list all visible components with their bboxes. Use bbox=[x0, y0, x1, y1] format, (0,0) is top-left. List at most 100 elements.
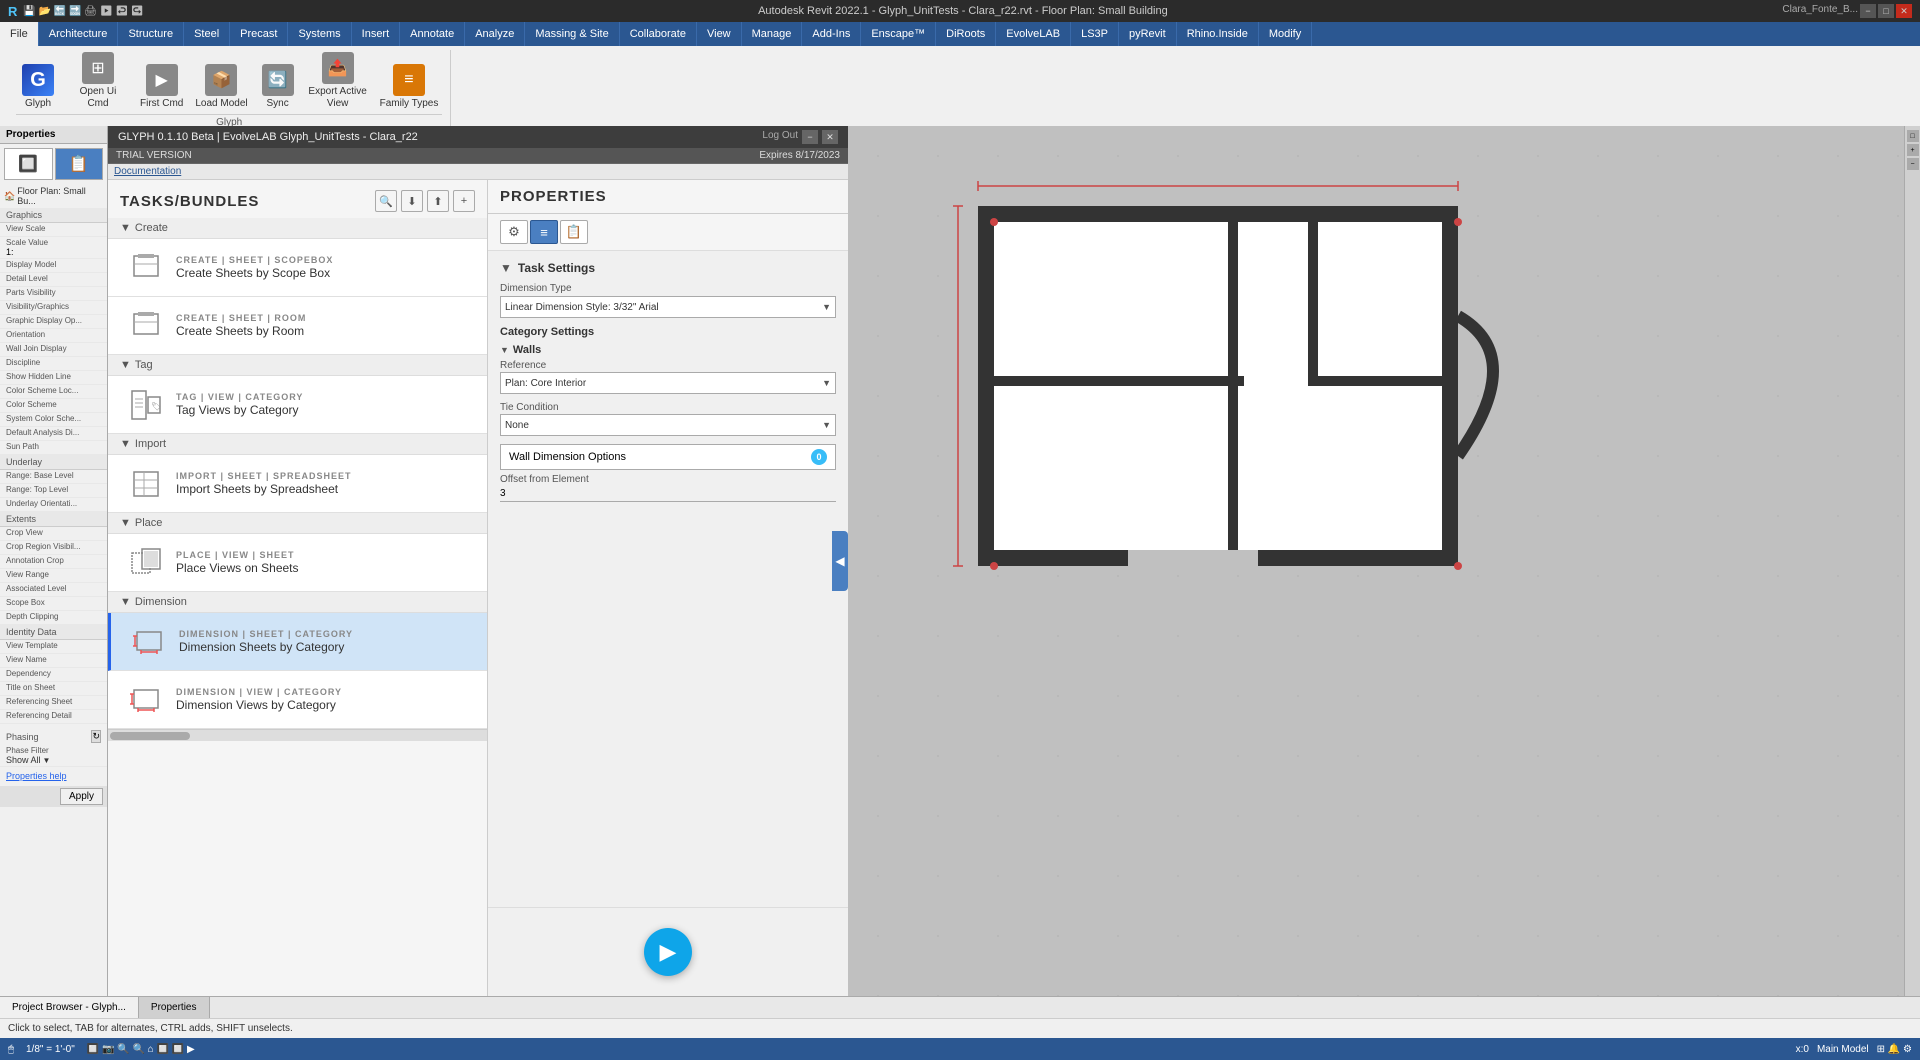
color-scheme-loc-row: Color Scheme Loc... bbox=[0, 385, 107, 399]
ribbon-tab-steel[interactable]: Steel bbox=[184, 22, 230, 46]
ribbon-item-export[interactable]: 📤 Export Active View bbox=[304, 50, 372, 112]
download-button[interactable]: ⬇ bbox=[401, 190, 423, 212]
search-button[interactable]: 🔍 bbox=[375, 190, 397, 212]
ribbon-tab-systems[interactable]: Systems bbox=[288, 22, 351, 46]
add-button[interactable]: + bbox=[453, 190, 475, 212]
zoom-fit-btn[interactable]: □ bbox=[1907, 130, 1919, 142]
import-sheet-icon bbox=[128, 466, 164, 502]
glyph-minimize-btn[interactable]: − bbox=[802, 130, 818, 144]
offset-input[interactable] bbox=[500, 486, 836, 502]
instance-props-btn[interactable]: 🔲 bbox=[4, 148, 53, 180]
ribbon-tab-precast[interactable]: Precast bbox=[230, 22, 288, 46]
ribbon-tab-pyrevit[interactable]: pyRevit bbox=[1119, 22, 1177, 46]
glyph-nav: Documentation bbox=[108, 164, 848, 180]
minimize-button[interactable]: − bbox=[1860, 4, 1876, 18]
view-name-row: View Name bbox=[0, 654, 107, 668]
ribbon-tab-insert[interactable]: Insert bbox=[352, 22, 401, 46]
sys-color-scheme-row: System Color Sche... bbox=[0, 413, 107, 427]
log-out-link[interactable]: Log Out bbox=[762, 130, 798, 144]
run-button[interactable]: ▶ bbox=[644, 928, 692, 976]
task-item-place-view[interactable]: PLACE | VIEW | SHEET Place Views on Shee… bbox=[108, 534, 487, 592]
phase-dropdown-icon: ▼ bbox=[43, 756, 51, 765]
open-ui-label: Open Ui Cmd bbox=[68, 86, 128, 110]
documentation-link[interactable]: Documentation bbox=[114, 166, 181, 177]
task-item-room[interactable]: CREATE | SHEET | ROOM Create Sheets by R… bbox=[108, 297, 487, 355]
properties-tab[interactable]: Properties bbox=[139, 997, 210, 1018]
depth-clipping-row: Depth Clipping bbox=[0, 611, 107, 625]
task-settings-chevron-icon[interactable]: ▼ bbox=[500, 261, 512, 275]
wall-dimension-options[interactable]: Wall Dimension Options 0 bbox=[500, 444, 836, 470]
task-item-dim-sheet[interactable]: DIMENSION | SHEET | CATEGORY Dimension S… bbox=[108, 613, 487, 671]
first-cmd-icon: ▶ bbox=[146, 64, 178, 96]
dim-view-name: Dimension Views by Category bbox=[176, 698, 475, 712]
project-browser-tab[interactable]: Project Browser - Glyph... bbox=[0, 997, 139, 1018]
ribbon-tab-manage[interactable]: Manage bbox=[742, 22, 803, 46]
ribbon-tab-structure[interactable]: Structure bbox=[118, 22, 184, 46]
task-settings-btn[interactable]: ≡ bbox=[530, 220, 558, 244]
settings-btn[interactable]: ⚙ bbox=[500, 220, 528, 244]
properties-right-panel: PROPERTIES ⚙ ≡ 📋 ▼ Task Settings Di bbox=[488, 180, 848, 996]
tasks-panel: TASKS/BUNDLES 🔍 ⬇ ⬆ + ▼ Create bbox=[108, 180, 488, 996]
building-group bbox=[953, 181, 1493, 570]
ribbon-item-family-types[interactable]: ≡ Family Types bbox=[376, 62, 443, 112]
ribbon-tab-enscape-[interactable]: Enscape™ bbox=[861, 22, 936, 46]
reference-select[interactable]: Plan: Core Interior ▼ bbox=[500, 372, 836, 394]
ribbon-item-load-model[interactable]: 📦 Load Model bbox=[191, 62, 251, 112]
task-item-tag-view[interactable]: 🏷 TAG | VIEW | CATEGORY Tag Views by Cat… bbox=[108, 376, 487, 434]
walls-chevron-icon[interactable]: ▼ bbox=[500, 345, 509, 355]
ribbon-tab-file[interactable]: File bbox=[0, 22, 39, 46]
type-name: 🏠 Floor Plan: Small Bu... bbox=[0, 184, 107, 208]
properties-help-link[interactable]: Properties help bbox=[6, 771, 67, 781]
apply-button[interactable]: Apply bbox=[60, 788, 103, 805]
ribbon-tab-massing---site[interactable]: Massing & Site bbox=[525, 22, 619, 46]
ribbon-tab-rhino-inside[interactable]: Rhino.Inside bbox=[1177, 22, 1259, 46]
tasks-scrollbar[interactable] bbox=[108, 729, 487, 741]
ribbon-tab-annotate[interactable]: Annotate bbox=[400, 22, 465, 46]
place-section-header[interactable]: ▼ Place bbox=[108, 513, 487, 534]
upload-button[interactable]: ⬆ bbox=[427, 190, 449, 212]
properties-panel: Properties 🔲 📋 🏠 Floor Plan: Small Bu...… bbox=[0, 126, 108, 996]
task-item-import-sheet[interactable]: IMPORT | SHEET | SPREADSHEET Import Shee… bbox=[108, 455, 487, 513]
task-item-scopebox[interactable]: CREATE | SHEET | SCOPEBOX Create Sheets … bbox=[108, 239, 487, 297]
offset-label: Offset from Element bbox=[500, 474, 836, 485]
ribbon-tab-analyze[interactable]: Analyze bbox=[465, 22, 525, 46]
ribbon-tab-architecture[interactable]: Architecture bbox=[39, 22, 119, 46]
ribbon-tab-evolvelab[interactable]: EvolveLAB bbox=[996, 22, 1071, 46]
import-section-header[interactable]: ▼ Import bbox=[108, 434, 487, 455]
ribbon-item-sync[interactable]: 🔄 Sync bbox=[256, 62, 300, 112]
ribbon-tab-collaborate[interactable]: Collaborate bbox=[620, 22, 697, 46]
status-message: Click to select, TAB for alternates, CTR… bbox=[8, 1023, 293, 1034]
properties-header: Properties bbox=[0, 126, 107, 144]
dimension-type-select[interactable]: Linear Dimension Style: 3/32" Arial ▼ bbox=[500, 296, 836, 318]
ribbon-item-open-ui[interactable]: ⊞ Open Ui Cmd bbox=[64, 50, 132, 112]
dimension-section-header[interactable]: ▼ Dimension bbox=[108, 592, 487, 613]
glyph-collapse-btn[interactable]: ◀ bbox=[832, 531, 848, 591]
wall-join-row: Wall Join Display bbox=[0, 343, 107, 357]
family-types-icon: ≡ bbox=[393, 64, 425, 96]
ribbon-tab-diroots[interactable]: DiRoots bbox=[936, 22, 996, 46]
zoom-out-btn[interactable]: − bbox=[1907, 158, 1919, 170]
orientation-row: Orientation bbox=[0, 329, 107, 343]
ribbon-tab-view[interactable]: View bbox=[697, 22, 742, 46]
ribbon-tab-add-ins[interactable]: Add-Ins bbox=[802, 22, 861, 46]
tag-section-header[interactable]: ▼ Tag bbox=[108, 355, 487, 376]
glyph-close-btn[interactable]: ✕ bbox=[822, 130, 838, 144]
zoom-in-btn[interactable]: + bbox=[1907, 144, 1919, 156]
ribbon-item-glyph[interactable]: G Glyph bbox=[16, 62, 60, 112]
tie-condition-select[interactable]: None ▼ bbox=[500, 414, 836, 436]
close-button[interactable]: ✕ bbox=[1896, 4, 1912, 18]
ribbon-item-first-cmd[interactable]: ▶ First Cmd bbox=[136, 62, 187, 112]
task-item-dim-view[interactable]: DIMENSION | VIEW | CATEGORY Dimension Vi… bbox=[108, 671, 487, 729]
ribbon-tab-ls3p[interactable]: LS3P bbox=[1071, 22, 1119, 46]
first-cmd-label: First Cmd bbox=[140, 98, 183, 110]
tie-condition-label: Tie Condition bbox=[500, 402, 836, 413]
maximize-button[interactable]: □ bbox=[1878, 4, 1894, 18]
scale-display: 1/8" = 1'-0" bbox=[26, 1044, 75, 1055]
type-props-btn[interactable]: 📋 bbox=[55, 148, 104, 180]
ribbon-tab-modify[interactable]: Modify bbox=[1259, 22, 1312, 46]
create-section-header[interactable]: ▼ Create bbox=[108, 218, 487, 239]
export-props-btn[interactable]: 📋 bbox=[560, 220, 588, 244]
type-selector: 🔲 📋 bbox=[0, 144, 107, 184]
phasing-btn[interactable]: ↻ bbox=[91, 730, 101, 743]
dimension-type-value: Linear Dimension Style: 3/32" Arial bbox=[505, 302, 659, 313]
